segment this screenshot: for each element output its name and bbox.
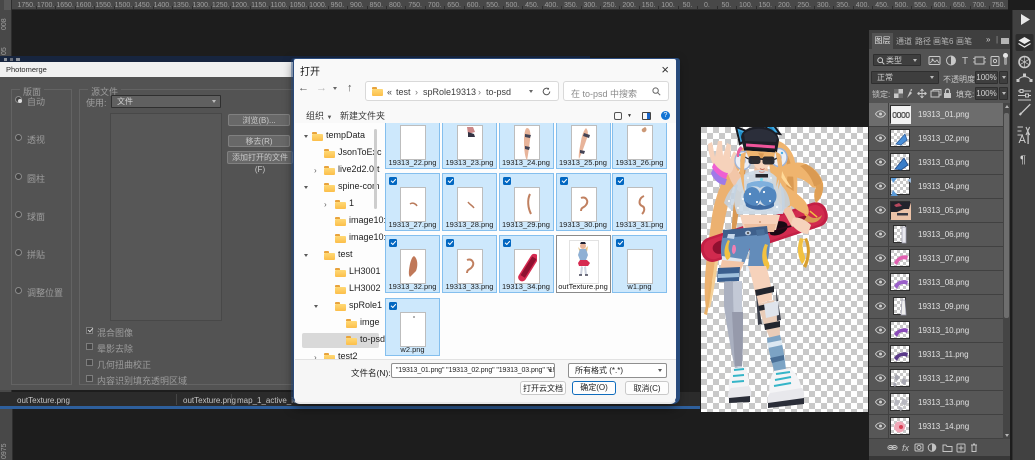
- svg-text:T: T: [962, 56, 968, 67]
- svg-text:¶: ¶: [1020, 154, 1026, 166]
- svg-text:A: A: [1019, 134, 1027, 146]
- svg-text:fx: fx: [902, 443, 910, 453]
